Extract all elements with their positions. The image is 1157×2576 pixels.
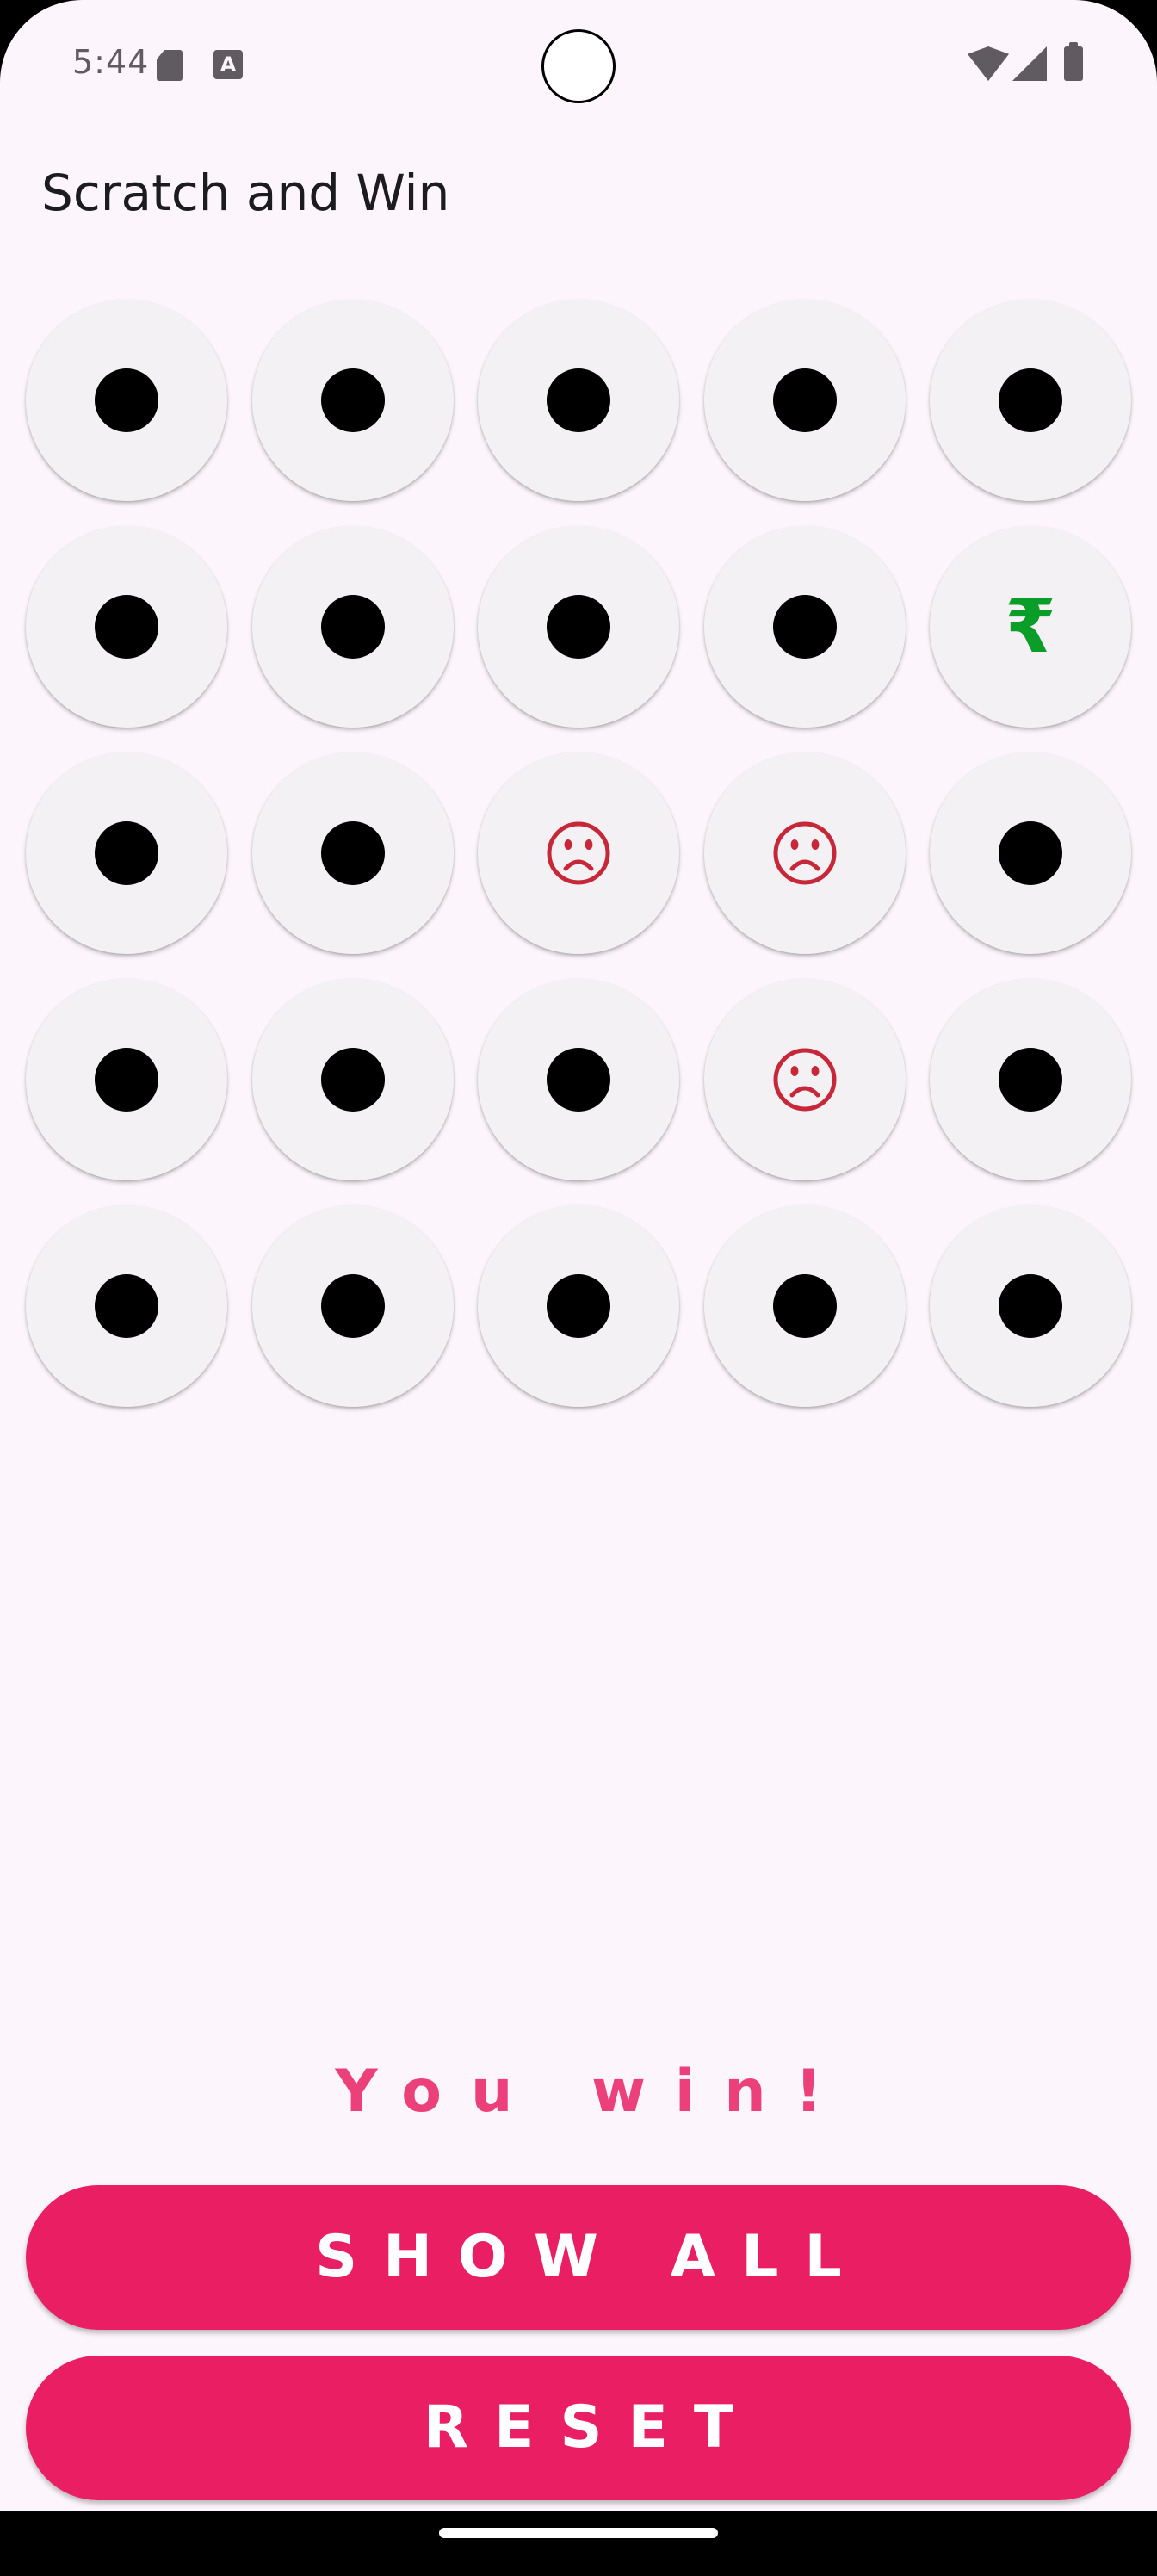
scratch-cell-3-2[interactable] (251, 752, 454, 954)
home-gesture-handle[interactable] (439, 2528, 718, 2538)
hidden-dot-icon (320, 1048, 385, 1112)
scratch-cell-5-5[interactable] (930, 1205, 1131, 1407)
scratch-cell-2-5[interactable]: ₹ (930, 526, 1131, 728)
scratch-cell-4-2[interactable] (251, 979, 454, 1180)
scratch-cell-3-1[interactable] (26, 752, 227, 954)
scratch-cell-5-2[interactable] (251, 1205, 454, 1407)
scratch-cell-1-3[interactable] (478, 300, 679, 501)
scratch-cell-4-3[interactable] (478, 979, 679, 1180)
hidden-dot-icon (772, 368, 837, 432)
scratch-cell-4-4[interactable] (703, 979, 906, 1180)
hidden-dot-icon (95, 821, 158, 885)
scratch-cell-1-5[interactable] (930, 300, 1131, 501)
reset-button[interactable]: RESET (26, 2356, 1131, 2500)
scratch-cell-3-5[interactable] (930, 752, 1131, 954)
hidden-dot-icon (999, 1274, 1062, 1338)
scratch-cell-5-3[interactable] (478, 1205, 679, 1407)
font-a-icon: A (213, 50, 243, 79)
result-message: You win! (335, 2058, 851, 2126)
sad-face-icon (773, 1048, 836, 1112)
cellular-signal-icon (1012, 46, 1047, 81)
sad-face-icon (773, 821, 836, 885)
scratch-cell-4-1[interactable] (26, 979, 227, 1180)
scratch-cell-5-1[interactable] (26, 1205, 227, 1407)
app-title: Scratch and Win (41, 164, 450, 222)
hidden-dot-icon (772, 595, 837, 659)
scratch-cell-2-4[interactable] (703, 526, 906, 728)
scratch-cell-3-3[interactable] (478, 752, 679, 954)
hidden-dot-icon (547, 595, 610, 659)
scratch-cell-4-5[interactable] (930, 979, 1131, 1180)
hidden-dot-icon (320, 368, 385, 432)
rupee-icon: ₹ (1005, 584, 1056, 670)
hidden-dot-icon (95, 1048, 158, 1112)
hidden-dot-icon (320, 1274, 385, 1338)
hidden-dot-icon (999, 368, 1062, 432)
scratch-cell-1-1[interactable] (26, 300, 227, 501)
hidden-dot-icon (999, 1048, 1062, 1112)
hidden-dot-icon (95, 368, 158, 432)
hidden-dot-icon (547, 1048, 610, 1112)
battery-icon (1064, 42, 1083, 81)
hidden-dot-icon (95, 1274, 158, 1338)
scratch-cell-1-4[interactable] (703, 300, 906, 501)
status-bar: 5:44 A (0, 0, 1157, 129)
scratch-cell-1-2[interactable] (251, 300, 454, 501)
wifi-icon (968, 46, 1009, 81)
hidden-dot-icon (999, 821, 1062, 885)
hidden-dot-icon (320, 821, 385, 885)
navigation-bar (0, 2511, 1157, 2576)
hidden-dot-icon (772, 1274, 837, 1338)
scratch-grid: ₹ (26, 300, 1131, 1407)
scratch-cell-2-1[interactable] (26, 526, 227, 728)
scratch-cell-2-2[interactable] (251, 526, 454, 728)
sad-face-icon (547, 821, 610, 885)
sd-card-icon (157, 50, 183, 81)
phone-screen: 5:44 A Scratch and Win ₹ You win! SHOW A… (0, 0, 1157, 2576)
scratch-cell-5-4[interactable] (703, 1205, 906, 1407)
camera-cutout (541, 29, 616, 103)
scratch-cell-2-3[interactable] (478, 526, 679, 728)
hidden-dot-icon (95, 595, 158, 659)
show-all-button[interactable]: SHOW ALL (26, 2185, 1131, 2330)
hidden-dot-icon (547, 1274, 610, 1338)
hidden-dot-icon (547, 368, 610, 432)
scratch-cell-3-4[interactable] (703, 752, 906, 954)
status-time: 5:44 (72, 43, 150, 81)
hidden-dot-icon (320, 595, 385, 659)
